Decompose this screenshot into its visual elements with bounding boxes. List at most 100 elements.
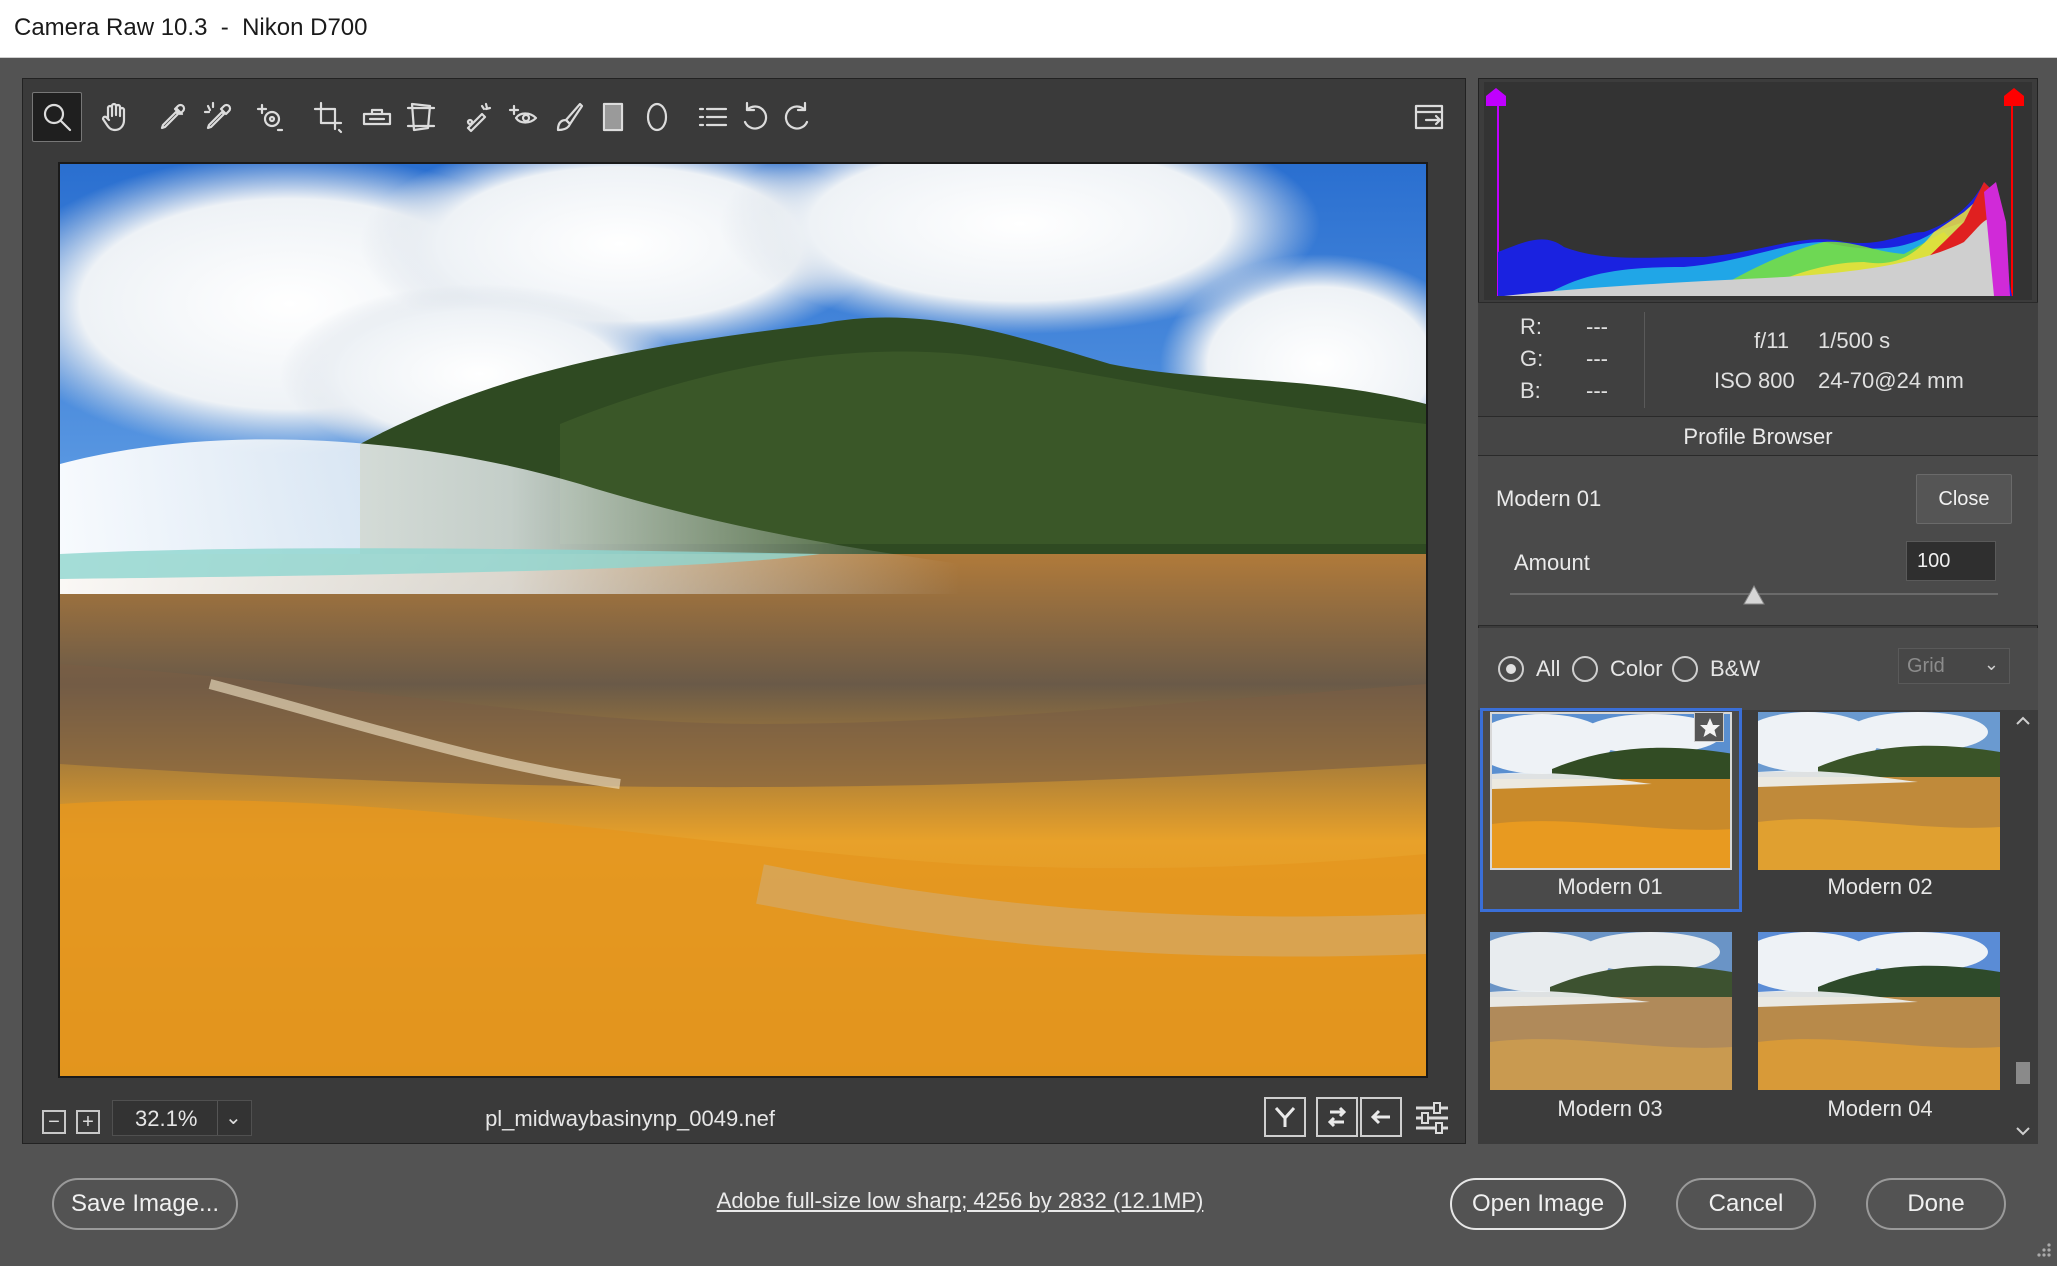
- iso-value: ISO 800: [1714, 368, 1795, 393]
- profile-label-modern-04: Modern 04: [1827, 1096, 1933, 1121]
- b-value: ---: [1586, 378, 1608, 403]
- arrow-left-icon: [1370, 1109, 1390, 1125]
- magnifier-icon: [43, 103, 72, 132]
- profile-label-modern-01: Modern 01: [1557, 874, 1663, 899]
- landscape-photo: [60, 164, 1426, 1076]
- aperture-value: f/11: [1754, 328, 1790, 353]
- toolbar: [28, 84, 1460, 150]
- r-value: ---: [1586, 314, 1608, 339]
- profile-thumbnail-modern-04[interactable]: [1758, 932, 2000, 1090]
- open-image-button[interactable]: Open Image: [1450, 1178, 1626, 1230]
- view-mode-select[interactable]: Grid ⌄: [1898, 648, 2010, 684]
- fullscreen-toggle-button[interactable]: [1404, 92, 1454, 142]
- zoom-level-select[interactable]: 32.1% ⌄: [112, 1100, 252, 1136]
- filter-bw-label: B&W: [1710, 656, 1761, 681]
- straighten-tool-button[interactable]: [352, 92, 402, 142]
- star-icon: [1700, 718, 1720, 737]
- before-after-toggle-button[interactable]: [1264, 1097, 1306, 1137]
- red-eye-tool-button[interactable]: [498, 92, 548, 142]
- r-label: R:: [1520, 314, 1542, 339]
- zoom-tool-button[interactable]: [32, 92, 82, 142]
- spot-removal-tool-button[interactable]: [454, 92, 504, 142]
- amount-input[interactable]: 100: [1906, 541, 1996, 581]
- highlight-clipping-icon: [2004, 88, 2024, 106]
- hand-icon: [101, 102, 126, 132]
- filter-bw-radio[interactable]: [1672, 656, 1698, 682]
- close-profile-browser-button[interactable]: Close: [1916, 474, 2012, 524]
- copy-current-to-before-button[interactable]: [1360, 1097, 1402, 1137]
- zoom-out-button[interactable]: −: [42, 1110, 66, 1134]
- ellipse-icon: [646, 102, 668, 132]
- highlight-clipping-warning-button[interactable]: [2002, 84, 2026, 108]
- zoom-in-button[interactable]: +: [76, 1110, 100, 1134]
- info-readout: [1478, 302, 2038, 416]
- thumbnail-image: [1758, 712, 2000, 870]
- targeted-adjustment-tool-button[interactable]: [246, 92, 296, 142]
- workflow-options-link[interactable]: Adobe full-size low sharp; 4256 by 2832 …: [620, 1188, 1300, 1214]
- profile-browser-header: Profile Browser: [1478, 416, 2038, 456]
- fullscreen-toggle-icon: [1414, 104, 1444, 130]
- window-title: Camera Raw 10.3 - Nikon D700: [14, 14, 368, 41]
- filter-color-radio[interactable]: [1572, 656, 1598, 682]
- profile-grid-scrollbar[interactable]: [2012, 710, 2034, 1144]
- chevron-down-icon: ⌄: [225, 1107, 242, 1129]
- color-sampler-tool-button[interactable]: [194, 92, 244, 142]
- histogram-graph: [1497, 96, 2013, 296]
- image-preview[interactable]: [58, 162, 1428, 1078]
- amount-slider-thumb[interactable]: [1742, 584, 1766, 606]
- swap-before-after-button[interactable]: [1316, 1097, 1358, 1137]
- rotate-right-button[interactable]: [772, 92, 822, 142]
- lens-value: 24-70@24 mm: [1818, 368, 1964, 393]
- level-icon: [362, 108, 392, 126]
- profile-label-modern-03: Modern 03: [1557, 1096, 1663, 1121]
- g-label: G:: [1520, 346, 1544, 371]
- g-value: ---: [1586, 346, 1608, 371]
- save-image-button[interactable]: Save Image...: [52, 1178, 238, 1230]
- list-icon: [698, 107, 728, 127]
- graduated-filter-tool-button[interactable]: [588, 92, 638, 142]
- filter-color-label: Color: [1610, 656, 1663, 681]
- cancel-button[interactable]: Cancel: [1676, 1178, 1816, 1230]
- profile-thumbnail-modern-02[interactable]: [1758, 712, 2000, 870]
- chevron-down-icon: ⌄: [1983, 654, 1999, 674]
- radial-filter-tool-button[interactable]: [632, 92, 682, 142]
- red-eye-icon: [508, 104, 538, 124]
- shutter-value: 1/500 s: [1818, 328, 1891, 353]
- slider-thumb-icon: [1743, 584, 1765, 605]
- profile-label-modern-02: Modern 02: [1827, 874, 1933, 899]
- profile-thumbnail-modern-03[interactable]: [1490, 932, 1732, 1090]
- rotate-ccw-icon: [743, 101, 768, 130]
- rotate-cw-icon: [784, 101, 809, 130]
- white-balance-tool-button[interactable]: [148, 92, 198, 142]
- transform-tool-button[interactable]: [396, 92, 446, 142]
- spot-removal-icon: [466, 102, 492, 133]
- resize-grip-icon[interactable]: [2034, 1240, 2052, 1258]
- zoom-level-value: 32.1%: [135, 1106, 198, 1131]
- view-mode-value: Grid: [1907, 655, 1945, 677]
- current-profile-name: Modern 01: [1496, 486, 1602, 511]
- filter-all-radio[interactable]: [1498, 656, 1524, 682]
- thumbnail-image: [1490, 932, 1732, 1090]
- hand-tool-button[interactable]: [90, 92, 140, 142]
- readout-divider: [1644, 312, 1645, 408]
- amount-label: Amount: [1514, 550, 1590, 575]
- thumbnail-image: [1758, 932, 2000, 1090]
- toggle-settings-button[interactable]: [1412, 1098, 1452, 1138]
- shadow-clipping-warning-button[interactable]: [1484, 84, 1508, 108]
- adjustment-brush-tool-button[interactable]: [544, 92, 594, 142]
- swap-icon: [1327, 1106, 1347, 1128]
- done-button[interactable]: Done: [1866, 1178, 2006, 1230]
- histogram: [1484, 82, 2032, 300]
- target-icon: [256, 103, 284, 132]
- filename-label: pl_midwaybasinynp_0049.nef: [485, 1106, 775, 1131]
- sliders-icon: [1416, 1102, 1448, 1134]
- color-sampler-icon: [203, 101, 232, 130]
- crop-tool-button[interactable]: [304, 92, 354, 142]
- before-after-icon: [1274, 1106, 1296, 1127]
- gradient-icon: [602, 102, 624, 132]
- brush-icon: [556, 102, 584, 132]
- transform-icon: [406, 102, 436, 132]
- scrollbar-graphic: [2016, 716, 2030, 1136]
- eyedropper-icon: [160, 103, 186, 130]
- favorite-star-button[interactable]: [1694, 712, 1724, 742]
